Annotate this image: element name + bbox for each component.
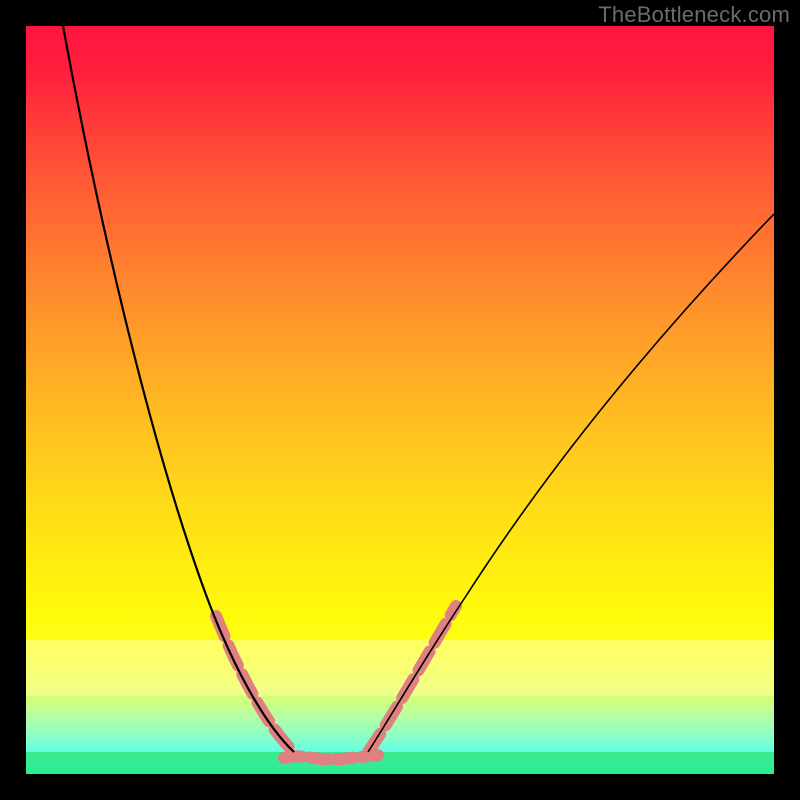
highlight-bottom xyxy=(284,755,378,759)
chart-frame xyxy=(26,26,774,774)
curve-left-arm xyxy=(63,26,294,752)
bottleneck-curve xyxy=(26,26,774,774)
watermark-text: TheBottleneck.com xyxy=(598,2,790,28)
highlight-left xyxy=(216,616,294,752)
curve-right-arm xyxy=(368,214,774,752)
